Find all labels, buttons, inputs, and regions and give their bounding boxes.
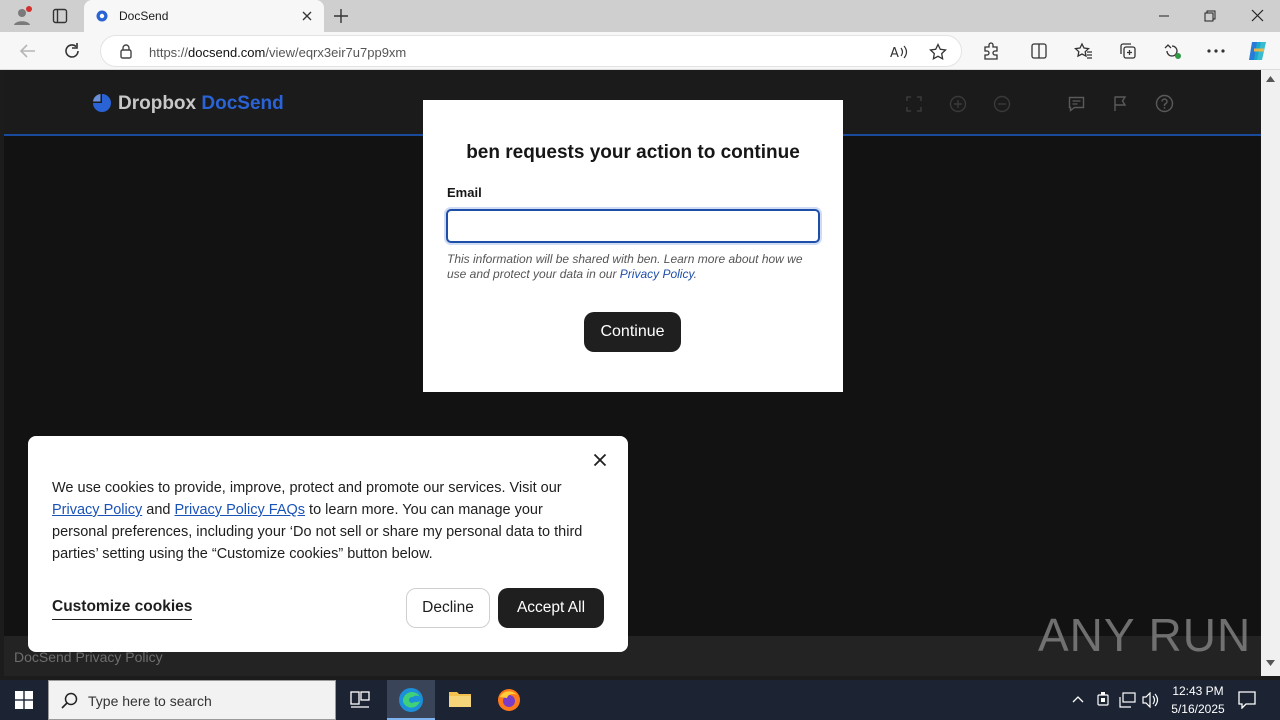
email-gate-modal: ben requests your action to continue Ema…	[423, 100, 843, 392]
disclaimer-privacy-link[interactable]: Privacy Policy	[620, 267, 694, 281]
search-icon	[61, 692, 78, 709]
firefox-icon[interactable]	[497, 688, 521, 712]
scroll-down-arrow-icon[interactable]	[1266, 660, 1275, 666]
cookie-privacy-faqs-link[interactable]: Privacy Policy FAQs	[175, 502, 306, 518]
cookie-privacy-policy-link[interactable]: Privacy Policy	[52, 502, 142, 518]
email-field[interactable]	[446, 209, 820, 243]
decline-cookies-button[interactable]: Decline	[406, 588, 490, 628]
restore-icon[interactable]	[1204, 10, 1216, 22]
browser-tab-bar: DocSend	[0, 0, 1280, 32]
zoom-out-icon[interactable]	[993, 95, 1011, 113]
cookie-text-part: and	[142, 502, 175, 518]
scroll-up-arrow-icon[interactable]	[1266, 76, 1275, 82]
docsend-favicon-icon	[96, 10, 108, 22]
browser-address-bar: https://docsend.com/view/eqrx3eir7u7pp9x…	[0, 32, 1280, 70]
url-domain: docsend.com	[188, 45, 266, 60]
close-tab-icon[interactable]	[301, 10, 313, 22]
close-window-icon[interactable]	[1251, 9, 1264, 22]
page-scrollbar[interactable]	[1261, 70, 1280, 676]
email-label: Email	[447, 185, 482, 200]
svg-text:A: A	[890, 46, 899, 60]
anyrun-watermark: ANY RUN	[1038, 609, 1252, 661]
favorites-icon[interactable]	[1074, 42, 1093, 60]
notifications-icon[interactable]	[1238, 691, 1256, 709]
docsend-logo-icon	[92, 93, 112, 113]
tab-docsend[interactable]: DocSend	[84, 0, 324, 32]
read-aloud-icon[interactable]: A	[890, 44, 908, 60]
logo-brand: Dropbox	[118, 93, 197, 114]
volume-icon[interactable]	[1142, 692, 1159, 708]
cookie-text-part: We use cookies to provide, improve, prot…	[52, 480, 562, 496]
favorite-star-icon[interactable]	[929, 43, 947, 61]
url-text: https://docsend.com/view/eqrx3eir7u7pp9x…	[149, 45, 406, 60]
collections-icon[interactable]	[1119, 42, 1137, 60]
url-field[interactable]: https://docsend.com/view/eqrx3eir7u7pp9x…	[100, 35, 962, 67]
browser-essentials-icon[interactable]	[1163, 42, 1182, 60]
url-path: /view/eqrx3eir7u7pp9xm	[265, 45, 407, 60]
modal-title: ben requests your action to continue	[466, 142, 800, 163]
file-explorer-icon[interactable]	[448, 689, 472, 709]
fullscreen-icon[interactable]	[906, 96, 922, 112]
continue-button[interactable]: Continue	[584, 312, 681, 352]
customize-cookies-button[interactable]: Customize cookies	[52, 598, 193, 620]
windows-start-icon[interactable]	[15, 691, 33, 709]
minimize-icon[interactable]	[1158, 10, 1170, 22]
windows-taskbar: Type here to search 12:43 PM 5/16/2025	[0, 680, 1280, 720]
cookie-banner: We use cookies to provide, improve, prot…	[28, 436, 628, 652]
task-view-icon[interactable]	[350, 691, 370, 709]
more-options-icon[interactable]	[1207, 49, 1225, 53]
tab-actions-icon[interactable]	[52, 8, 68, 24]
logo-text: Dropbox DocSend	[118, 93, 284, 115]
help-icon[interactable]	[1155, 94, 1174, 113]
edge-icon	[398, 687, 424, 713]
logo-product: DocSend	[201, 93, 284, 114]
clock-date[interactable]: 5/16/2025	[1160, 702, 1236, 716]
search-placeholder: Type here to search	[88, 693, 212, 709]
new-tab-icon[interactable]	[333, 8, 349, 24]
back-icon[interactable]	[19, 42, 37, 60]
taskbar-edge-app[interactable]	[387, 680, 435, 720]
close-cookie-banner-icon[interactable]	[593, 453, 607, 467]
taskbar-search-box[interactable]: Type here to search	[48, 680, 336, 720]
network-icon[interactable]	[1119, 692, 1136, 708]
split-screen-icon[interactable]	[1030, 42, 1048, 60]
tab-title: DocSend	[119, 9, 169, 23]
privacy-disclaimer: This information will be shared with ben…	[447, 252, 821, 282]
zoom-in-icon[interactable]	[949, 95, 967, 113]
cookie-message: We use cookies to provide, improve, prot…	[52, 477, 600, 565]
disclaimer-end: .	[693, 267, 697, 281]
accept-all-cookies-button[interactable]: Accept All	[498, 588, 604, 628]
flag-icon[interactable]	[1113, 95, 1128, 112]
tray-chevron-up-icon[interactable]	[1072, 695, 1084, 703]
tray-device-icon[interactable]	[1096, 692, 1110, 708]
url-prefix: https://	[149, 45, 189, 60]
clock-time[interactable]: 12:43 PM	[1160, 684, 1236, 698]
extensions-icon[interactable]	[982, 42, 1000, 60]
refresh-icon[interactable]	[63, 42, 81, 60]
comment-icon[interactable]	[1068, 96, 1085, 112]
copilot-icon[interactable]	[1246, 40, 1270, 62]
profile-icon[interactable]	[12, 6, 32, 26]
lock-icon[interactable]	[119, 44, 133, 59]
